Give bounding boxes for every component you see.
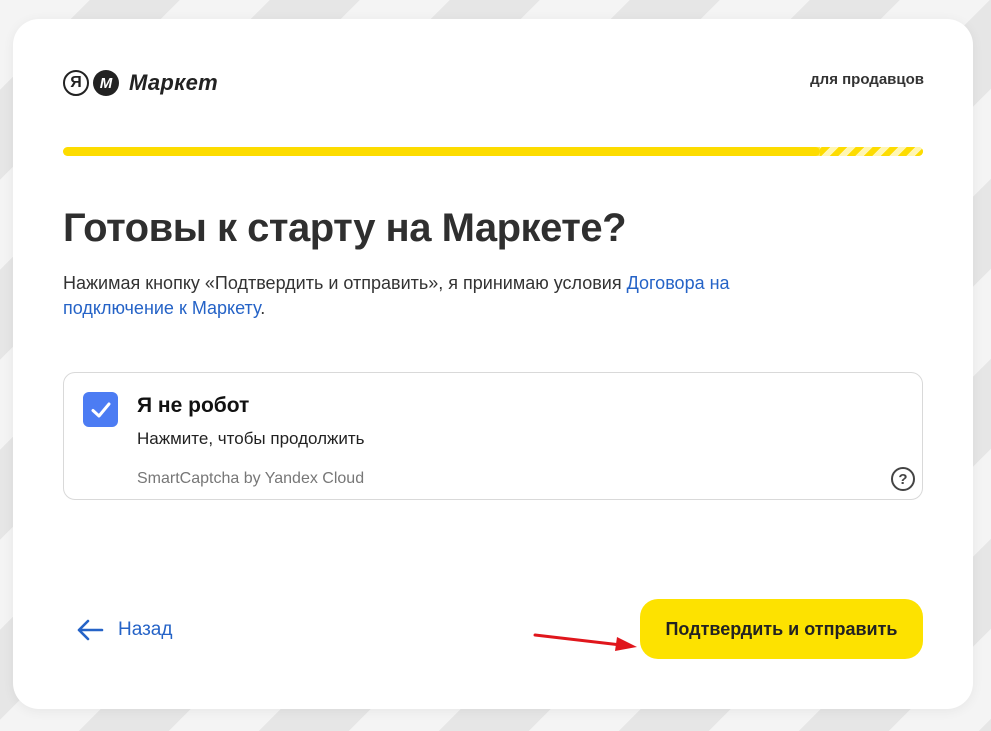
captcha-brand: SmartCaptcha by Yandex Cloud <box>137 470 365 487</box>
agreement-text: Нажимая кнопку «Подтвердить и отправить»… <box>63 271 803 321</box>
for-sellers-label[interactable]: для продавцов <box>810 71 924 88</box>
market-logo-icon: M <box>93 70 119 96</box>
checkmark-icon <box>91 402 110 417</box>
agreement-text-main: Нажимая кнопку «Подтвердить и отправить»… <box>63 273 627 293</box>
agreement-text-end: . <box>260 298 266 318</box>
progress-remaining <box>819 147 923 156</box>
question-circle-icon[interactable]: ? <box>891 467 915 491</box>
logo-wordmark: Маркет <box>129 70 219 95</box>
progress-fill <box>63 147 820 156</box>
onboarding-card: Я M Маркет для продавцов Готовы к старту… <box>13 19 973 709</box>
yandex-logo-icon: Я <box>63 70 89 96</box>
confirm-submit-button[interactable]: Подтвердить и отправить <box>640 599 923 659</box>
progress-bar <box>63 147 923 156</box>
back-button[interactable]: Назад <box>76 615 172 645</box>
arrow-left-icon <box>77 619 104 641</box>
captcha-checkbox[interactable] <box>83 392 118 427</box>
page-title: Готовы к старту на Маркете? <box>63 206 627 250</box>
annotation-arrow <box>533 633 637 651</box>
smart-captcha: Я не робот Нажмите, чтобы продолжить Sma… <box>63 372 923 500</box>
captcha-subtitle: Нажмите, чтобы продолжить <box>137 429 365 448</box>
back-label: Назад <box>118 619 173 640</box>
captcha-title: Я не робот <box>137 394 250 417</box>
yandex-market-logo[interactable]: Я M Маркет <box>63 68 218 98</box>
